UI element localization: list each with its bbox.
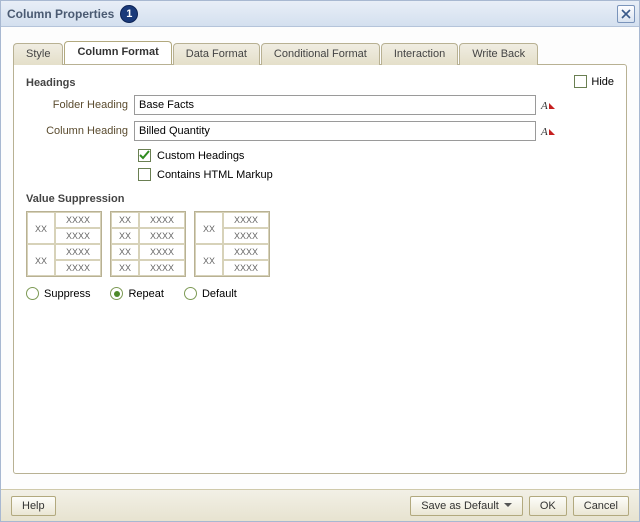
suppression-preview-suppress[interactable]: XX XXXX XXXX XX XXXX XXXX <box>26 211 102 277</box>
custom-headings-row[interactable]: Custom Headings <box>138 149 556 162</box>
folder-heading-label: Folder Heading <box>26 99 134 111</box>
value-suppression-section: Value Suppression XX XXXX XXXX XX XXXX X… <box>26 193 614 300</box>
save-as-default-button[interactable]: Save as Default <box>410 496 523 516</box>
headings-section-label: Headings <box>26 77 556 89</box>
check-icon <box>139 150 150 161</box>
svg-text:A: A <box>540 100 548 112</box>
tab-write-back[interactable]: Write Back <box>459 43 538 65</box>
value-suppression-label: Value Suppression <box>26 193 614 205</box>
radio-suppress-label: Suppress <box>44 288 90 300</box>
tab-data-format[interactable]: Data Format <box>173 43 260 65</box>
close-button[interactable] <box>617 5 635 23</box>
radio-default-label: Default <box>202 288 237 300</box>
column-heading-label: Column Heading <box>26 125 134 137</box>
folder-heading-format-button[interactable]: A <box>540 97 556 113</box>
radio-default[interactable]: Default <box>184 287 237 300</box>
radio-suppress[interactable]: Suppress <box>26 287 90 300</box>
ok-button[interactable]: OK <box>529 496 567 516</box>
format-icon: A <box>540 123 556 139</box>
tabs-area: Style Column Format Data Format Conditio… <box>1 27 639 474</box>
cancel-button[interactable]: Cancel <box>573 496 629 516</box>
folder-heading-input[interactable] <box>134 95 536 115</box>
suppression-preview-repeat[interactable]: XX XXXX XX XXXX XX XXXX XX XXXX <box>110 211 186 277</box>
tab-conditional-format[interactable]: Conditional Format <box>261 43 380 65</box>
hide-label: Hide <box>591 76 614 88</box>
tab-panel-column-format: Headings Folder Heading A Column Heading… <box>13 64 627 474</box>
step-badge: 1 <box>120 5 138 23</box>
svg-text:A: A <box>540 126 548 138</box>
contains-html-checkbox[interactable] <box>138 168 151 181</box>
radio-default-input[interactable] <box>184 287 197 300</box>
radio-suppress-input[interactable] <box>26 287 39 300</box>
column-heading-format-button[interactable]: A <box>540 123 556 139</box>
suppression-radio-group: Suppress Repeat Default <box>26 287 614 300</box>
tab-style[interactable]: Style <box>13 43 63 65</box>
custom-headings-checkbox[interactable] <box>138 149 151 162</box>
tabstrip: Style Column Format Data Format Conditio… <box>13 41 627 64</box>
tab-interaction[interactable]: Interaction <box>381 43 458 65</box>
column-properties-dialog: Column Properties 1 Style Column Format … <box>0 0 640 522</box>
tab-column-format[interactable]: Column Format <box>64 41 171 64</box>
hide-checkbox[interactable] <box>574 75 587 88</box>
titlebar: Column Properties 1 <box>1 1 639 27</box>
suppression-previews: XX XXXX XXXX XX XXXX XXXX XX XXXX XX XXX… <box>26 211 614 277</box>
close-icon <box>621 9 631 19</box>
custom-headings-label: Custom Headings <box>157 150 244 162</box>
contains-html-label: Contains HTML Markup <box>157 169 273 181</box>
suppression-preview-default[interactable]: XX XXXX XXXX XX XXXX XXXX <box>194 211 270 277</box>
headings-grid: Folder Heading A Column Heading A <box>26 95 556 141</box>
dialog-title: Column Properties <box>7 7 114 21</box>
hide-row[interactable]: Hide <box>574 75 614 88</box>
radio-repeat-label: Repeat <box>128 288 163 300</box>
radio-repeat[interactable]: Repeat <box>110 287 163 300</box>
format-icon: A <box>540 97 556 113</box>
dialog-footer: Help Save as Default OK Cancel <box>1 489 639 521</box>
column-heading-input[interactable] <box>134 121 536 141</box>
contains-html-row[interactable]: Contains HTML Markup <box>138 168 556 181</box>
radio-repeat-input[interactable] <box>110 287 123 300</box>
help-button[interactable]: Help <box>11 496 56 516</box>
